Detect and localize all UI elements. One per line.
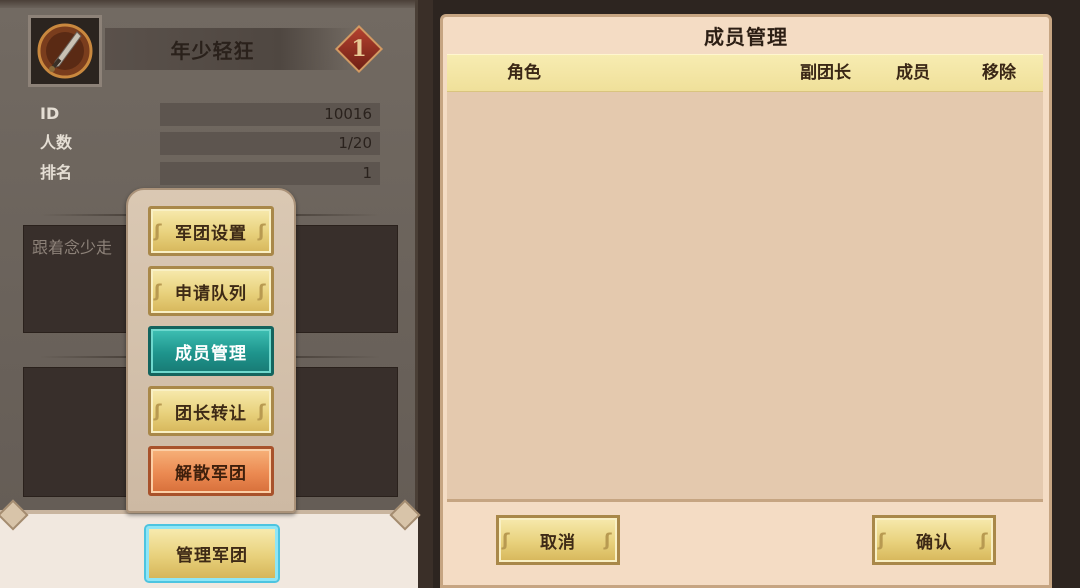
swirl-icon: ʃ [878,530,887,551]
description-text: 跟着念少走 [32,238,113,257]
button-label: 团长转让 [175,403,247,424]
swirl-icon: ʃ [258,401,267,422]
button-label: 取消 [540,532,576,553]
column-header-remove: 移除 [982,63,1016,83]
id-value: 10016 [160,103,380,126]
members-label: 人数 [40,133,73,152]
swirl-icon: ʃ [604,530,613,551]
swirl-icon: ʃ [154,221,163,242]
members-value: 1/20 [160,132,380,155]
button-label: 申请队列 [175,283,247,304]
application-queue-button[interactable]: ʃ 申请队列 ʃ [148,266,274,316]
rank-label: 排名 [40,163,73,182]
guild-level: 1 [351,36,367,62]
panel-title: 成员管理 [704,24,788,49]
swirl-icon: ʃ [154,401,163,422]
column-header-member: 成员 [896,63,930,83]
button-label: 成员管理 [175,343,247,364]
confirm-button[interactable]: ʃ 确认 ʃ [872,515,996,565]
column-header-vice-leader: 副团长 [800,63,851,83]
button-label: 军团设置 [175,223,247,244]
button-label: 管理军团 [176,546,248,566]
disband-guild-button[interactable]: 解散军团 [148,446,274,496]
guild-settings-button[interactable]: ʃ 军团设置 ʃ [148,206,274,256]
rank-value: 1 [160,162,380,185]
id-label: ID [40,104,60,123]
cancel-button[interactable]: ʃ 取消 ʃ [496,515,620,565]
member-management-button[interactable]: 成员管理 [148,326,274,376]
swirl-icon: ʃ [502,530,511,551]
column-header-role: 角色 [507,63,541,83]
transfer-leader-button[interactable]: ʃ 团长转让 ʃ [148,386,274,436]
button-label: 解散军团 [175,463,247,484]
member-list[interactable] [447,92,1043,502]
manage-guild-button[interactable]: 管理军团 [144,524,280,583]
swirl-icon: ʃ [980,530,989,551]
guild-name: 年少轻狂 [105,28,355,70]
swirl-icon: ʃ [258,221,267,242]
swirl-icon: ʃ [258,281,267,302]
swirl-icon: ʃ [154,281,163,302]
sword-emblem-icon [28,15,102,87]
button-label: 确认 [916,532,952,553]
